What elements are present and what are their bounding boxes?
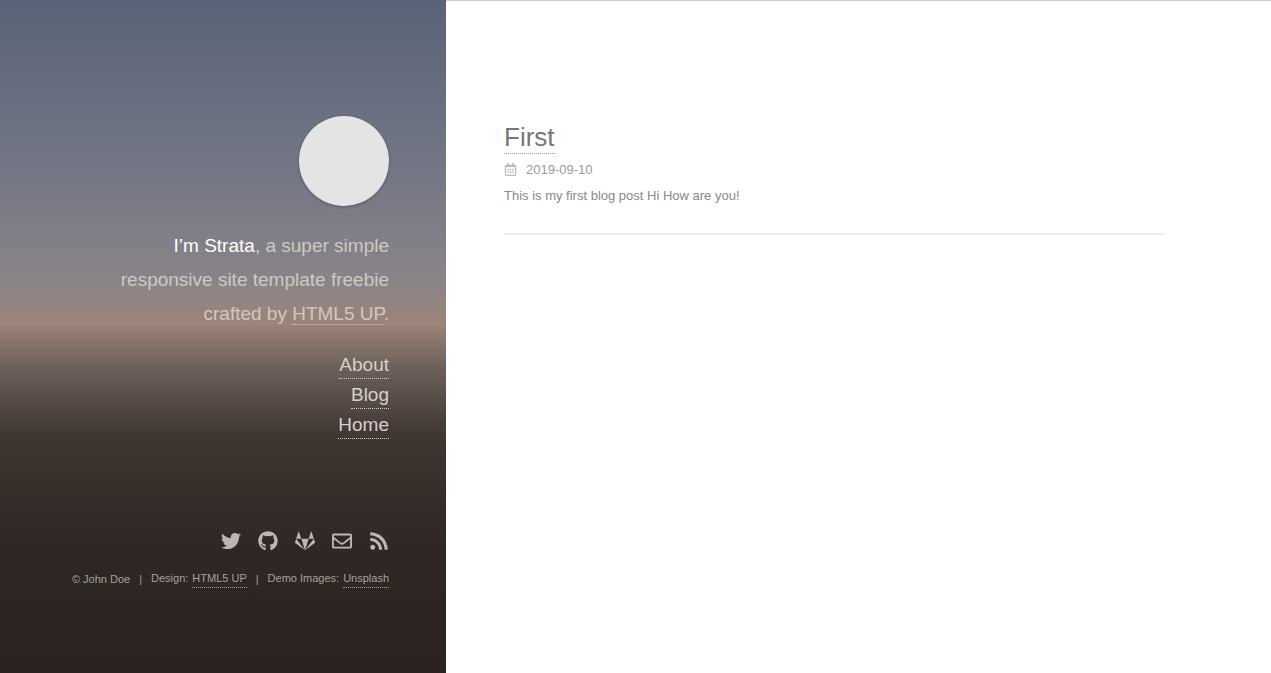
footer: © John Doe | Design:HTML5 UP | Demo Images:U… — [72, 570, 389, 588]
calendar-icon — [504, 163, 518, 177]
intro-text: . — [384, 303, 389, 324]
nav: About Blog Home — [338, 352, 389, 442]
sidebar: I’m Strata, a super simple responsive sit… — [0, 0, 446, 673]
github-icon[interactable] — [258, 531, 278, 551]
nav-link[interactable]: Blog — [351, 382, 389, 409]
post: First 2019-09-10 This is my first blog pos… — [504, 121, 1165, 235]
post-title[interactable]: First — [504, 121, 555, 154]
intro-line: crafted by HTML5 UP. — [121, 297, 389, 331]
post-excerpt: This is my first blog post Hi How are yo… — [504, 186, 1165, 206]
avatar — [299, 116, 389, 206]
intro-line: responsive site template freebie — [121, 263, 389, 297]
rss-icon[interactable] — [369, 531, 389, 551]
twitter-icon[interactable] — [221, 531, 241, 551]
envelope-icon[interactable] — [332, 531, 352, 551]
intro-text: responsive site template freebie — [121, 269, 389, 290]
footer-item: Design:HTML5 UP — [151, 570, 247, 588]
intro-text: crafted by — [203, 303, 292, 324]
footer-link[interactable]: HTML5 UP — [192, 570, 246, 588]
footer-item: © John Doe — [72, 571, 130, 588]
intro-link[interactable]: HTML5 UP — [292, 303, 384, 325]
main: First 2019-09-10 This is my first blog pos… — [446, 0, 1271, 673]
gitlab-icon[interactable] — [295, 531, 315, 551]
footer-separator: | — [139, 571, 142, 588]
intro: I’m Strata, a super simple responsive sit… — [121, 229, 389, 331]
nav-link[interactable]: Home — [338, 412, 389, 439]
footer-separator: | — [256, 571, 259, 588]
post-date: 2019-09-10 — [504, 160, 1165, 180]
footer-link[interactable]: Unsplash — [343, 570, 389, 588]
intro-line: I’m Strata, a super simple — [121, 229, 389, 263]
intro-text: , a super simple — [255, 235, 389, 256]
nav-link[interactable]: About — [339, 352, 389, 379]
intro-name: I’m Strata — [174, 235, 255, 256]
social-icons — [221, 531, 389, 551]
footer-item: Demo Images:Unsplash — [268, 570, 389, 588]
